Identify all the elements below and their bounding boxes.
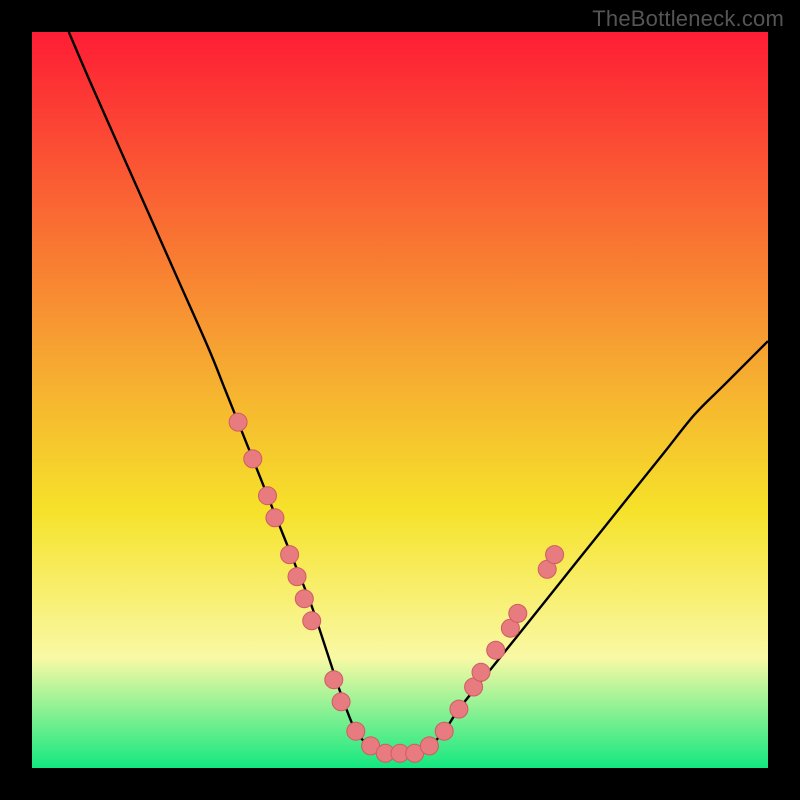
data-dot (281, 546, 299, 564)
watermark-text: TheBottleneck.com (592, 6, 784, 32)
data-dot (295, 590, 313, 608)
data-dot (288, 568, 306, 586)
data-dot (450, 700, 468, 718)
data-dot (472, 663, 490, 681)
data-dot (546, 546, 564, 564)
data-dot (487, 641, 505, 659)
data-dot (244, 450, 262, 468)
data-dot (332, 693, 350, 711)
data-dot (435, 722, 453, 740)
data-dot (259, 487, 277, 505)
data-dot (266, 509, 284, 527)
data-dot (420, 737, 438, 755)
data-dot (509, 604, 527, 622)
curve-path (69, 32, 768, 754)
plot-area (32, 32, 768, 768)
data-dot (229, 413, 247, 431)
bottleneck-curve (32, 32, 768, 768)
data-dot (303, 612, 321, 630)
data-dot (325, 671, 343, 689)
chart-stage: TheBottleneck.com (0, 0, 800, 800)
curve-dots (229, 413, 563, 762)
data-dot (347, 722, 365, 740)
